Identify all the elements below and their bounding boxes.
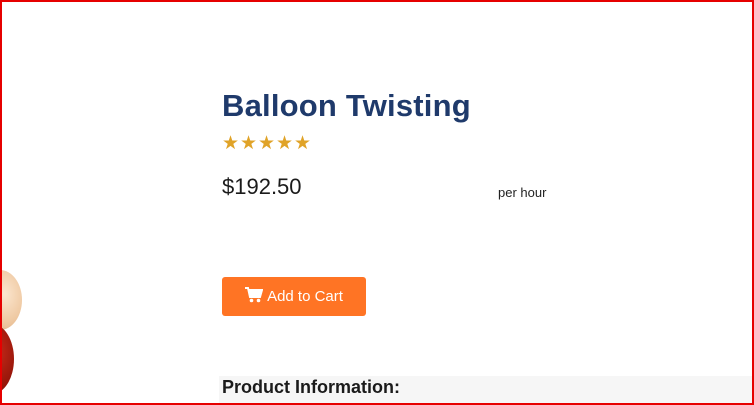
product-information-heading: Product Information: <box>222 377 400 397</box>
star-icon: ★ <box>240 133 258 154</box>
add-to-cart-button[interactable]: Add to Cart <box>222 277 366 316</box>
shopping-cart-icon <box>245 286 264 307</box>
add-to-cart-label: Add to Cart <box>267 288 343 305</box>
star-icon: ★ <box>294 133 312 154</box>
star-icon: ★ <box>276 133 294 154</box>
product-image <box>0 262 30 405</box>
product-price: $192.50 <box>222 174 302 199</box>
product-information-section: Product Information: <box>219 376 754 405</box>
rating-stars: ★ ★ ★ ★ ★ <box>222 133 312 154</box>
star-icon: ★ <box>222 133 240 154</box>
balloon-shape <box>0 270 22 330</box>
star-icon: ★ <box>258 133 276 154</box>
price-unit: per hour <box>498 185 547 200</box>
product-title: Balloon Twisting <box>222 88 471 123</box>
balloon-shape <box>0 324 14 394</box>
page-frame <box>0 0 754 405</box>
